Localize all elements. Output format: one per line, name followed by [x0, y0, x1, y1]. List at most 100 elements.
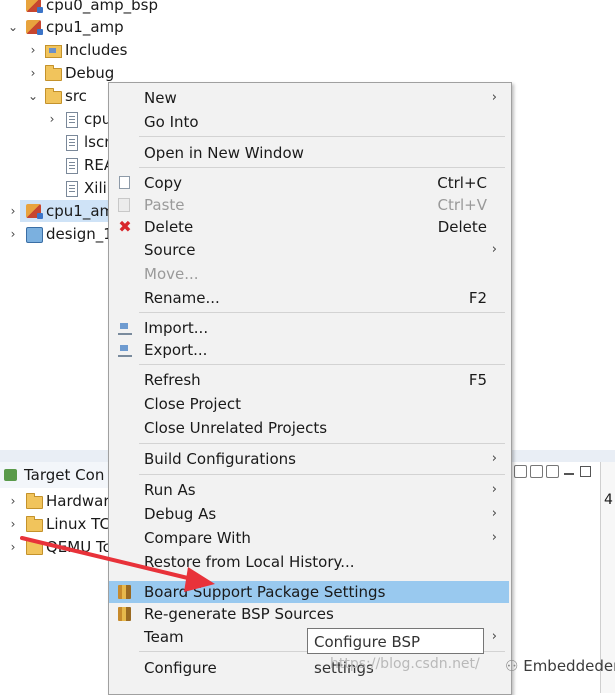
tree-item-label: Hardwar	[46, 492, 110, 510]
submenu-arrow-icon: ›	[491, 530, 497, 545]
tab-target-connections[interactable]: Target Con	[0, 462, 110, 488]
text-file-icon	[66, 158, 78, 174]
chevron-down-icon[interactable]: ⌄	[8, 16, 18, 38]
delete-icon: ✖	[118, 217, 132, 236]
menu-item-label: Re-generate BSP Sources	[144, 605, 334, 623]
tree-item-label: Debug	[65, 64, 115, 82]
shortcut-label: Ctrl+C	[437, 174, 487, 192]
folder-icon	[26, 539, 43, 555]
menu-item-move: Move...	[109, 263, 509, 285]
menu-item-bsp-settings[interactable]: Board Support Package Settings	[109, 581, 509, 603]
menu-separator	[139, 364, 505, 365]
tree-item-label: design_1	[46, 225, 113, 243]
tree-item-label: Xili	[84, 179, 107, 197]
menu-item-import[interactable]: Import...	[109, 317, 509, 339]
menu-item-export[interactable]: Export...	[109, 339, 509, 361]
menu-item-rename[interactable]: Rename... F2	[109, 287, 509, 309]
tree-item-label: cpu1_am	[46, 202, 115, 220]
menu-item-new[interactable]: New ›	[109, 87, 509, 109]
target-item-hardware[interactable]: › Hardwar	[0, 490, 110, 512]
menu-separator	[139, 312, 505, 313]
menu-item-label: Restore from Local History...	[144, 553, 355, 571]
menu-item-label: Export...	[144, 341, 208, 359]
chevron-right-icon[interactable]: ›	[47, 108, 57, 130]
chevron-down-icon[interactable]: ⌄	[28, 85, 38, 107]
shortcut-label: Delete	[437, 218, 487, 236]
toolbar-icon[interactable]	[546, 465, 559, 478]
tree-item-debug[interactable]: › Debug	[0, 62, 200, 84]
chevron-right-icon[interactable]: ›	[8, 490, 18, 512]
tree-item-includes[interactable]: › Includes	[0, 39, 200, 61]
chevron-right-icon[interactable]: ›	[8, 200, 18, 222]
bsp-icon	[118, 585, 131, 599]
tree-item-label: cpu0_amp_bsp	[46, 0, 159, 14]
menu-item-label: Source	[144, 241, 196, 259]
menu-item-label: Move...	[144, 265, 199, 283]
menu-item-label: Run As	[144, 481, 196, 499]
tree-item-label: src	[65, 87, 87, 105]
target-item-qemu-tcf[interactable]: › QEMU Tc	[0, 536, 111, 558]
tree-item-label: QEMU Tc	[46, 538, 111, 556]
right-panel-value: 4	[604, 492, 613, 508]
watermark-url: https://blog.csdn.net/	[330, 656, 480, 672]
maximize-icon[interactable]	[580, 466, 591, 477]
menu-item-source[interactable]: Source ›	[109, 239, 509, 261]
chevron-right-icon[interactable]: ›	[8, 223, 18, 245]
menu-item-run-as[interactable]: Run As ›	[109, 479, 509, 501]
target-item-linux-tcf[interactable]: › Linux TC	[0, 513, 110, 535]
menu-item-label: Board Support Package Settings	[144, 583, 386, 601]
menu-separator	[139, 474, 505, 475]
menu-item-label: Team	[144, 628, 184, 646]
menu-item-label: Import...	[144, 319, 209, 337]
tree-item-label: cpu1_amp	[46, 18, 124, 36]
tree-item-lscript[interactable]: lscr	[0, 131, 110, 153]
menu-item-go-into[interactable]: Go Into	[109, 111, 509, 133]
panel-title: Target Con	[24, 466, 105, 484]
menu-item-debug-as[interactable]: Debug As ›	[109, 503, 509, 525]
minimize-icon[interactable]	[564, 473, 574, 475]
toolbar-icon[interactable]	[530, 465, 543, 478]
menu-item-close-project[interactable]: Close Project	[109, 393, 509, 415]
menu-item-refresh[interactable]: Refresh F5	[109, 369, 509, 391]
folder-icon	[45, 65, 62, 81]
menu-item-restore-history[interactable]: Restore from Local History...	[109, 551, 509, 573]
bsp-project-icon	[26, 204, 43, 219]
c-file-icon	[66, 112, 78, 128]
watermark-brand: ⚇ Embeddeder	[505, 657, 615, 675]
menu-item-copy[interactable]: Copy Ctrl+C	[109, 172, 509, 194]
includes-folder-icon	[45, 45, 62, 58]
tree-item-cpu1-amp-bsp-chevron[interactable]: ›	[0, 200, 46, 222]
menu-item-build-configurations[interactable]: Build Configurations ›	[109, 448, 509, 470]
import-icon	[118, 323, 132, 335]
copy-icon	[116, 174, 130, 189]
tree-item-label: Linux TC	[46, 515, 110, 533]
menu-item-label: Go Into	[144, 113, 199, 131]
menu-item-label: Rename...	[144, 289, 220, 307]
context-menu: New › Go Into Open in New Window Copy Ct…	[108, 82, 512, 695]
tree-item-readme[interactable]: REA	[0, 154, 114, 176]
chevron-right-icon[interactable]: ›	[28, 62, 38, 84]
menu-item-open-new-window[interactable]: Open in New Window	[109, 142, 509, 164]
chevron-right-icon[interactable]: ›	[8, 536, 18, 558]
toolbar-icon[interactable]	[514, 465, 527, 478]
tree-item-cpu1-amp[interactable]: ⌄ cpu1_amp	[0, 16, 200, 38]
submenu-arrow-icon: ›	[491, 482, 497, 497]
tree-item-cpu0-amp-bsp[interactable]: cpu0_amp_bsp	[0, 0, 200, 16]
chevron-right-icon[interactable]: ›	[28, 39, 38, 61]
export-icon	[118, 345, 132, 357]
tree-item-design[interactable]: › design_1	[0, 223, 113, 245]
menu-item-delete[interactable]: ✖ Delete Delete	[109, 216, 509, 238]
submenu-arrow-icon: ›	[491, 90, 497, 105]
tree-item-xilinx[interactable]: Xili	[0, 177, 108, 199]
menu-item-regenerate-bsp[interactable]: Re-generate BSP Sources	[109, 603, 509, 625]
menu-item-close-unrelated[interactable]: Close Unrelated Projects	[109, 417, 509, 439]
shortcut-label: F5	[468, 371, 487, 389]
menu-item-compare-with[interactable]: Compare With ›	[109, 527, 509, 549]
chevron-right-icon[interactable]: ›	[8, 513, 18, 535]
tree-item-cpu-file[interactable]: › cpu	[0, 108, 111, 130]
menu-item-label: Paste	[144, 196, 185, 214]
menu-item-label: Close Unrelated Projects	[144, 419, 328, 437]
submenu-arrow-icon: ›	[491, 629, 497, 644]
folder-open-icon	[45, 88, 62, 104]
submenu-arrow-icon: ›	[491, 451, 497, 466]
